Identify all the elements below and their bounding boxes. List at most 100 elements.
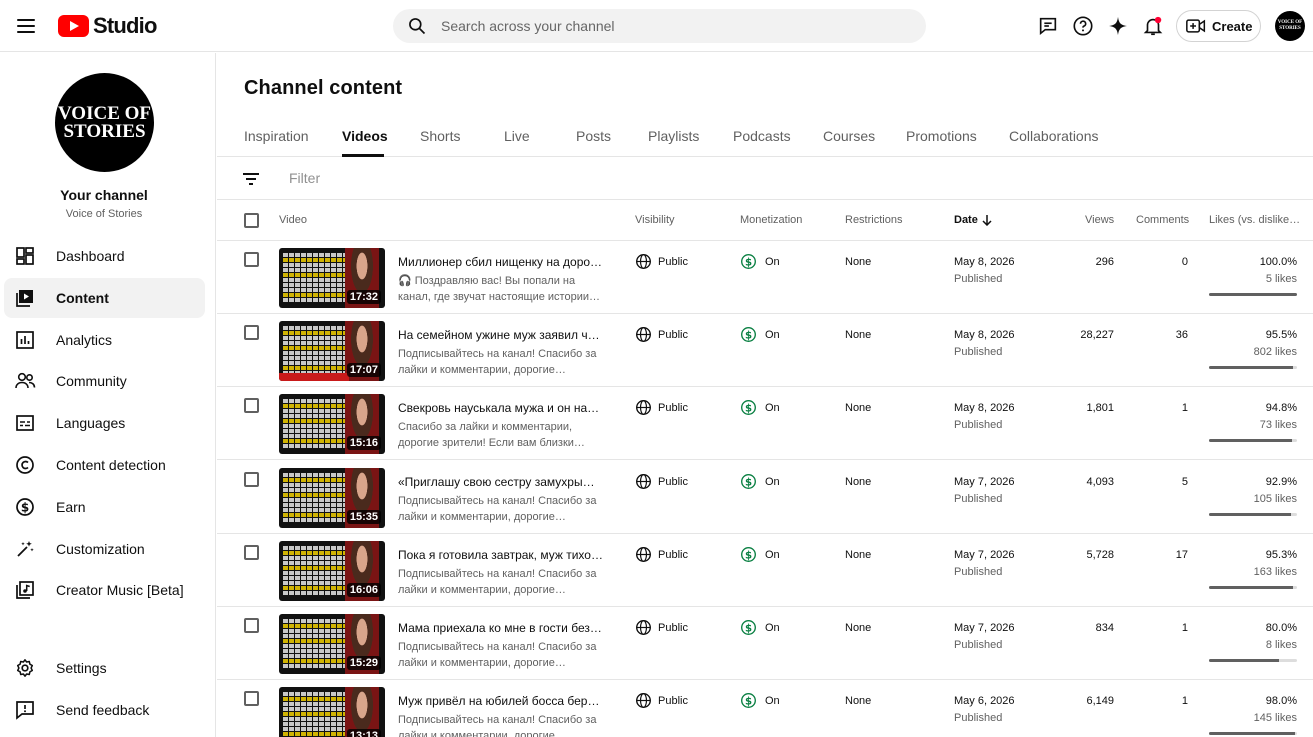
sidebar-item-label: Languages — [56, 415, 126, 431]
table-row[interactable]: 13:13 Муж привёл на юбилей босса берем… … — [217, 680, 1313, 737]
restrictions-value: None — [845, 402, 872, 414]
column-header-views[interactable]: Views — [1085, 214, 1114, 226]
column-header-date-label: Date — [954, 214, 978, 226]
column-header-comments[interactable]: Comments — [1136, 214, 1189, 226]
video-thumbnail[interactable]: 15:35 — [279, 468, 385, 528]
column-header-video: Video — [279, 214, 307, 226]
row-checkbox[interactable] — [244, 325, 259, 340]
tab-courses[interactable]: Courses — [823, 128, 875, 144]
monetization-cell[interactable]: $ On — [740, 546, 780, 563]
svg-text:$: $ — [745, 623, 752, 634]
sidebar-item-community[interactable]: Community — [4, 361, 205, 401]
video-thumbnail[interactable]: 15:16 — [279, 394, 385, 454]
comments-value: 5 — [1181, 476, 1188, 488]
search-bar[interactable] — [393, 9, 926, 43]
table-row[interactable]: 16:06 Пока я готовила завтрак, муж тихо … — [217, 534, 1313, 607]
sidebar-item-analytics[interactable]: Analytics — [4, 320, 205, 360]
tab-promotions[interactable]: Promotions — [906, 128, 977, 144]
help-icon[interactable] — [1071, 14, 1095, 38]
video-thumbnail[interactable]: 17:07 — [279, 321, 385, 381]
column-header-restrictions[interactable]: Restrictions — [845, 214, 902, 226]
tab-live[interactable]: Live — [504, 128, 530, 144]
sidebar-item-languages[interactable]: Languages — [4, 403, 205, 443]
table-row[interactable]: 15:35 «Приглашу свою сестру замухрышк… П… — [217, 461, 1313, 534]
channel-avatar[interactable]: VOICE OF STORIES — [55, 73, 154, 172]
row-checkbox[interactable] — [244, 252, 259, 267]
messages-icon[interactable] — [1036, 14, 1060, 38]
column-header-date[interactable]: Date — [954, 214, 992, 226]
monetization-cell[interactable]: $ On — [740, 473, 780, 490]
visibility-cell[interactable]: Public — [635, 473, 688, 490]
video-thumbnail[interactable]: 16:06 — [279, 541, 385, 601]
table-row[interactable]: 17:32 Миллионер сбил нищенку на дороге… … — [217, 241, 1313, 314]
sidebar-item-creator-music[interactable]: Creator Music [Beta] — [4, 570, 205, 610]
video-title[interactable]: Муж привёл на юбилей босса берем… — [398, 694, 603, 708]
visibility-cell[interactable]: Public — [635, 253, 688, 270]
video-title[interactable]: «Приглашу свою сестру замухрышк… — [398, 475, 603, 489]
sidebar-item-content[interactable]: Content — [4, 278, 205, 318]
tab-videos[interactable]: Videos — [342, 128, 388, 144]
table-header: Video Visibility Monetization Restrictio… — [217, 200, 1313, 241]
search-input[interactable] — [441, 18, 881, 34]
filter-icon[interactable] — [241, 169, 261, 189]
row-checkbox[interactable] — [244, 618, 259, 633]
sidebar-item-earn[interactable]: $ Earn — [4, 487, 205, 527]
studio-logo[interactable]: Studio — [58, 13, 157, 39]
video-thumbnail[interactable]: 13:13 — [279, 687, 385, 737]
video-thumbnail[interactable]: 15:29 — [279, 614, 385, 674]
column-header-visibility[interactable]: Visibility — [635, 214, 675, 226]
table-row[interactable]: 17:07 На семейном ужине муж заявил что… … — [217, 314, 1313, 387]
video-title[interactable]: Мама приехала ко мне в гости без п… — [398, 621, 603, 635]
visibility-cell[interactable]: Public — [635, 692, 688, 709]
row-checkbox[interactable] — [244, 545, 259, 560]
filter-input[interactable] — [289, 170, 589, 186]
sidebar-item-send-feedback[interactable]: Send feedback — [4, 690, 205, 730]
sidebar-item-dashboard[interactable]: Dashboard — [4, 236, 205, 276]
account-avatar[interactable]: VOICE OF STORIES — [1275, 11, 1305, 41]
tab-inspiration[interactable]: Inspiration — [244, 128, 309, 144]
monetization-cell[interactable]: $ On — [740, 253, 780, 270]
create-button[interactable]: Create — [1176, 10, 1261, 42]
monetization-cell[interactable]: $ On — [740, 399, 780, 416]
table-row[interactable]: 15:16 Свекровь науськала мужа и он набр…… — [217, 387, 1313, 460]
tab-collaborations[interactable]: Collaborations — [1009, 128, 1099, 144]
video-title[interactable]: Свекровь науськала мужа и он набр… — [398, 401, 603, 415]
likes-percentage: 80.0% — [1265, 622, 1297, 634]
visibility-cell[interactable]: Public — [635, 399, 688, 416]
column-header-likes[interactable]: Likes (vs. dislike… — [1209, 214, 1300, 226]
visibility-cell[interactable]: Public — [635, 619, 688, 636]
monetization-cell[interactable]: $ On — [740, 326, 780, 343]
tab-playlists[interactable]: Playlists — [648, 128, 699, 144]
sparkle-icon[interactable] — [1106, 14, 1130, 38]
video-title[interactable]: Миллионер сбил нищенку на дороге… — [398, 255, 603, 269]
select-all-checkbox[interactable] — [244, 213, 259, 228]
row-checkbox[interactable] — [244, 398, 259, 413]
video-title[interactable]: На семейном ужине муж заявил что… — [398, 328, 603, 342]
row-checkbox[interactable] — [244, 472, 259, 487]
notifications-icon[interactable] — [1141, 14, 1165, 38]
monetization-cell[interactable]: $ On — [740, 619, 780, 636]
sidebar-item-customization[interactable]: Customization — [4, 529, 205, 569]
table-row[interactable]: 15:29 Мама приехала ко мне в гости без п… — [217, 607, 1313, 680]
menu-icon[interactable] — [12, 12, 40, 40]
thumbnail-caption — [283, 546, 345, 596]
views-value: 296 — [1095, 256, 1114, 268]
tab-posts[interactable]: Posts — [576, 128, 611, 144]
monetization-cell[interactable]: $ On — [740, 692, 780, 709]
monetization-dollar-icon: $ — [741, 547, 756, 562]
video-title[interactable]: Пока я готовила завтрак, муж тихо … — [398, 548, 603, 562]
restrictions-value: None — [845, 549, 872, 561]
tab-podcasts[interactable]: Podcasts — [733, 128, 791, 144]
sidebar-item-settings[interactable]: Settings — [4, 648, 205, 688]
monetization-label: On — [765, 401, 780, 414]
visibility-cell[interactable]: Public — [635, 326, 688, 343]
sidebar-item-content-detection[interactable]: Content detection — [4, 445, 205, 485]
restrictions-value: None — [845, 695, 872, 707]
tab-shorts[interactable]: Shorts — [420, 128, 460, 144]
visibility-cell[interactable]: Public — [635, 546, 688, 563]
visibility-label: Public — [658, 401, 688, 414]
video-thumbnail[interactable]: 17:32 — [279, 248, 385, 308]
column-header-monetization[interactable]: Monetization — [740, 214, 802, 226]
row-checkbox[interactable] — [244, 691, 259, 706]
sidebar-item-label: Content — [56, 290, 109, 306]
